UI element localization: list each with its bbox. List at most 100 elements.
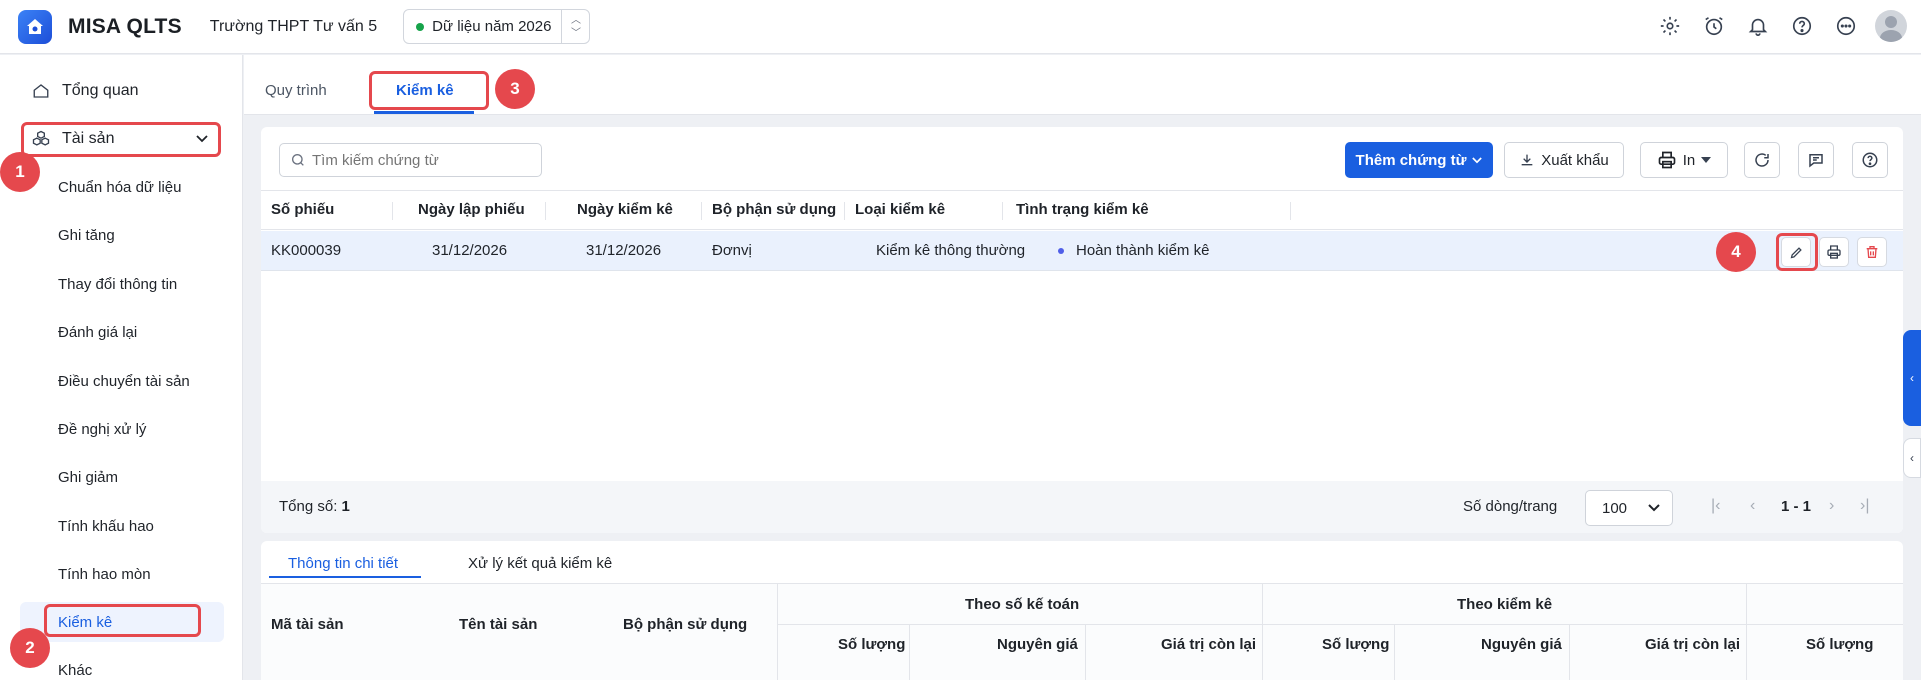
- row-print-button[interactable]: [1819, 237, 1849, 267]
- col-gia-tri-con-lai[interactable]: Giá trị còn lại: [1161, 636, 1256, 653]
- detail-table-header: Mã tài sản Tên tài sản Bộ phận sử dụng T…: [261, 583, 1903, 680]
- sidebar-item-other[interactable]: Khác: [58, 662, 92, 679]
- group-so-ke-toan: Theo số kế toán: [965, 596, 1080, 613]
- gear-icon[interactable]: [1655, 11, 1685, 41]
- first-page-icon[interactable]: |‹: [1711, 497, 1720, 515]
- col-so-luong-kk[interactable]: Số lượng: [1322, 636, 1389, 653]
- sidebar-item-transfer[interactable]: Điều chuyển tài sản: [58, 373, 190, 390]
- total-label: Tổng số:: [279, 498, 338, 515]
- column-divider: [701, 202, 702, 220]
- refresh-button[interactable]: [1744, 142, 1780, 178]
- highlight-inventory-tab: [369, 71, 489, 110]
- chevron-left-icon: ‹: [1910, 451, 1914, 465]
- sidebar-item-increase[interactable]: Ghi tăng: [58, 227, 115, 244]
- col-ngay-lap[interactable]: Ngày lập phiếu: [418, 201, 525, 218]
- feedback-button[interactable]: [1798, 142, 1834, 178]
- school-name[interactable]: Trường THPT Tư vấn 5: [210, 18, 377, 36]
- sidebar-item-depreciation[interactable]: Tính khấu hao: [58, 518, 154, 535]
- highlight-edit-button: [1776, 233, 1818, 271]
- more-icon[interactable]: [1831, 11, 1861, 41]
- year-status-dot: [416, 22, 425, 31]
- add-voucher-button[interactable]: Thêm chứng từ: [1345, 142, 1493, 178]
- year-spinner[interactable]: ︿ ﹀: [561, 10, 589, 43]
- voucher-list-panel: Thêm chứng từ Xuất khẩu In Số phiếu Ngày…: [261, 127, 1903, 533]
- export-button[interactable]: Xuất khẩu: [1504, 142, 1624, 178]
- col-nguyen-gia[interactable]: Nguyên giá: [997, 636, 1078, 653]
- chevron-down-icon[interactable]: ﹀: [571, 27, 581, 40]
- print-button[interactable]: In: [1640, 142, 1728, 178]
- table-footer: Tổng số: 1 Số dòng/trang 100 |‹ ‹ 1 - 1 …: [261, 481, 1903, 533]
- column-divider: [1085, 624, 1086, 680]
- side-panel-collapse[interactable]: ‹: [1903, 438, 1921, 478]
- col-nguyen-gia-kk[interactable]: Nguyên giá: [1481, 636, 1562, 653]
- col-bo-phan[interactable]: Bộ phận sử dụng: [712, 201, 836, 218]
- col-so-phieu[interactable]: Số phiếu: [271, 201, 334, 218]
- prev-page-icon[interactable]: ‹: [1750, 497, 1755, 515]
- search-icon: [292, 154, 304, 166]
- cell-ngay-lap: 31/12/2026: [432, 242, 508, 259]
- side-panel-toggle[interactable]: ‹: [1903, 330, 1921, 426]
- column-divider: [1394, 624, 1395, 680]
- col-ngay-kiem-ke[interactable]: Ngày kiểm kê: [577, 201, 673, 218]
- column-divider: [909, 624, 910, 680]
- help-icon: [1862, 152, 1878, 168]
- column-divider: [844, 202, 845, 220]
- step-badge-3: 3: [495, 69, 535, 109]
- cell-tinh-trang: Hoàn thành kiểm kê: [1076, 242, 1210, 259]
- top-bar: MISA QLTS Trường THPT Tư vấn 5 Dữ liệu n…: [0, 0, 1921, 54]
- sidebar-item-overview[interactable]: Tổng quan: [30, 77, 139, 105]
- sidebar-item-revaluation[interactable]: Đánh giá lại: [58, 324, 137, 341]
- avatar[interactable]: [1875, 10, 1907, 42]
- home-icon: [30, 80, 52, 102]
- printer-icon: [1658, 151, 1676, 169]
- table-header: Số phiếu Ngày lập phiếu Ngày kiểm kê Bộ …: [261, 190, 1903, 230]
- col-loai[interactable]: Loại kiểm kê: [855, 201, 945, 218]
- col-so-luong[interactable]: Số lượng: [838, 636, 905, 653]
- chevron-left-icon: ‹: [1910, 371, 1914, 385]
- search-box[interactable]: [279, 143, 542, 177]
- delete-button[interactable]: [1857, 237, 1887, 267]
- search-input[interactable]: [312, 151, 532, 169]
- col-gia-tri-con-lai-kk[interactable]: Giá trị còn lại: [1645, 636, 1740, 653]
- sidebar-item-change-info[interactable]: Thay đổi thông tin: [58, 276, 177, 293]
- sidebar-item-wear[interactable]: Tính hao mòn: [58, 566, 151, 583]
- rows-per-page-select[interactable]: 100: [1585, 490, 1673, 526]
- column-divider: [777, 584, 778, 680]
- app-logo[interactable]: [18, 9, 52, 44]
- help-icon[interactable]: [1787, 11, 1817, 41]
- tab-active-indicator: [374, 111, 474, 114]
- tab-process[interactable]: Quy trình: [265, 82, 327, 99]
- col-tinh-trang[interactable]: Tình trạng kiểm kê: [1016, 201, 1149, 218]
- column-divider: [545, 202, 546, 220]
- col-bo-phan-su-dung[interactable]: Bộ phận sử dụng: [623, 616, 747, 633]
- detail-panel: Thông tin chi tiết Xử lý kết quả kiểm kê…: [261, 541, 1903, 680]
- sidebar-item-decrease[interactable]: Ghi giảm: [58, 469, 118, 486]
- tab-detail-info[interactable]: Thông tin chi tiết: [288, 555, 398, 572]
- download-icon: [1521, 154, 1533, 166]
- column-divider: [1746, 584, 1747, 680]
- bell-icon[interactable]: [1743, 11, 1773, 41]
- export-label: Xuất khẩu: [1541, 151, 1609, 169]
- col-ma-tai-san[interactable]: Mã tài sản: [271, 616, 344, 633]
- next-page-icon[interactable]: ›: [1829, 497, 1834, 515]
- chevron-up-icon[interactable]: ︿: [571, 14, 581, 27]
- chevron-down-icon: [1472, 156, 1483, 163]
- step-badge-4: 4: [1716, 232, 1756, 272]
- help-button[interactable]: [1852, 142, 1888, 178]
- sidebar-item-disposal-request[interactable]: Đề nghị xử lý: [58, 421, 146, 438]
- data-year-label: Dữ liệu năm 2026: [432, 18, 552, 35]
- page-range: 1 - 1: [1781, 498, 1812, 515]
- tab-process-results[interactable]: Xử lý kết quả kiểm kê: [468, 555, 612, 572]
- add-voucher-label: Thêm chứng từ: [1355, 151, 1467, 169]
- alarm-icon[interactable]: [1699, 11, 1729, 41]
- table-row[interactable]: KK000039 31/12/2026 31/12/2026 Đơnvị Kiể…: [261, 231, 1903, 271]
- col-so-luong-extra[interactable]: Số lượng: [1806, 636, 1873, 653]
- chevron-down-icon: [1648, 504, 1660, 512]
- last-page-icon[interactable]: ›|: [1860, 497, 1869, 515]
- column-divider: [1290, 202, 1291, 220]
- col-ten-tai-san[interactable]: Tên tài sản: [459, 616, 537, 633]
- column-divider: [1002, 202, 1003, 220]
- sidebar-item-standardize[interactable]: Chuẩn hóa dữ liệu: [58, 179, 181, 196]
- cell-so-phieu: KK000039: [271, 242, 342, 259]
- data-year-selector[interactable]: Dữ liệu năm 2026 ︿ ﹀: [403, 9, 591, 44]
